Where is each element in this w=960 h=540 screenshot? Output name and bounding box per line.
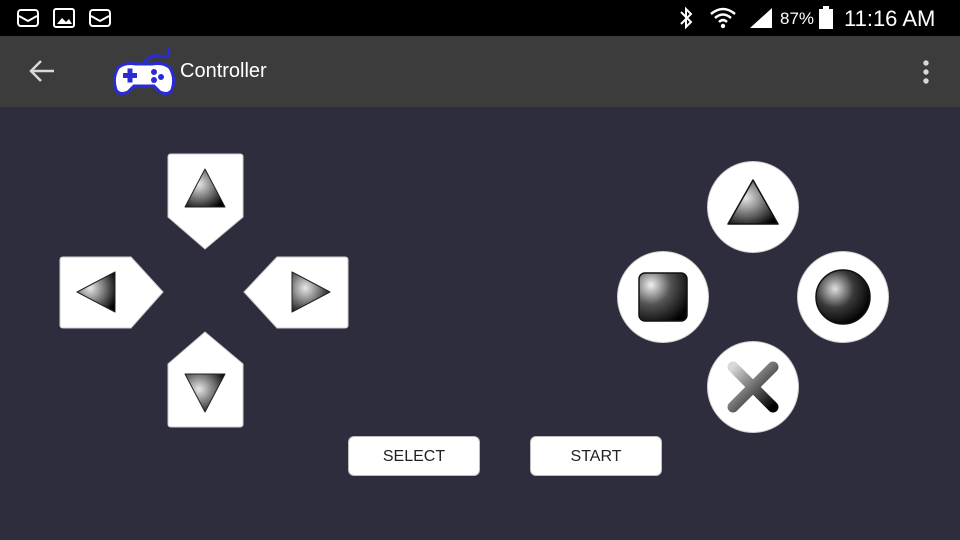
app-title: Controller <box>180 60 267 82</box>
dpad-left-button[interactable] <box>59 256 165 329</box>
square-icon <box>638 272 688 322</box>
start-button[interactable]: START <box>530 436 662 476</box>
dpad-right-button[interactable] <box>242 256 349 329</box>
battery-icon <box>818 6 834 35</box>
circle-button[interactable] <box>798 252 888 342</box>
select-button[interactable]: SELECT <box>348 436 480 476</box>
status-bar: 87% 11:16 AM <box>0 0 960 36</box>
overflow-menu-icon[interactable] <box>916 58 936 91</box>
cross-button[interactable] <box>708 342 798 432</box>
wifi-icon <box>708 5 738 36</box>
mail-icon <box>88 8 112 33</box>
app-bar: Controller <box>0 36 960 107</box>
dpad-down-button[interactable] <box>167 330 244 428</box>
dpad-up-button[interactable] <box>167 153 244 251</box>
bluetooth-icon <box>676 6 696 35</box>
triangle-icon <box>727 179 779 225</box>
signal-icon <box>748 7 774 34</box>
mail-icon <box>16 8 40 33</box>
cross-icon <box>727 361 779 413</box>
battery-percent: 87% <box>780 9 815 28</box>
circle-icon <box>815 269 871 325</box>
gamepad-logo-icon <box>110 44 178 105</box>
clock: 11:16 AM <box>844 6 936 31</box>
square-button[interactable] <box>618 252 708 342</box>
triangle-button[interactable] <box>708 162 798 252</box>
back-arrow-icon[interactable] <box>28 58 56 89</box>
image-icon <box>52 8 76 33</box>
